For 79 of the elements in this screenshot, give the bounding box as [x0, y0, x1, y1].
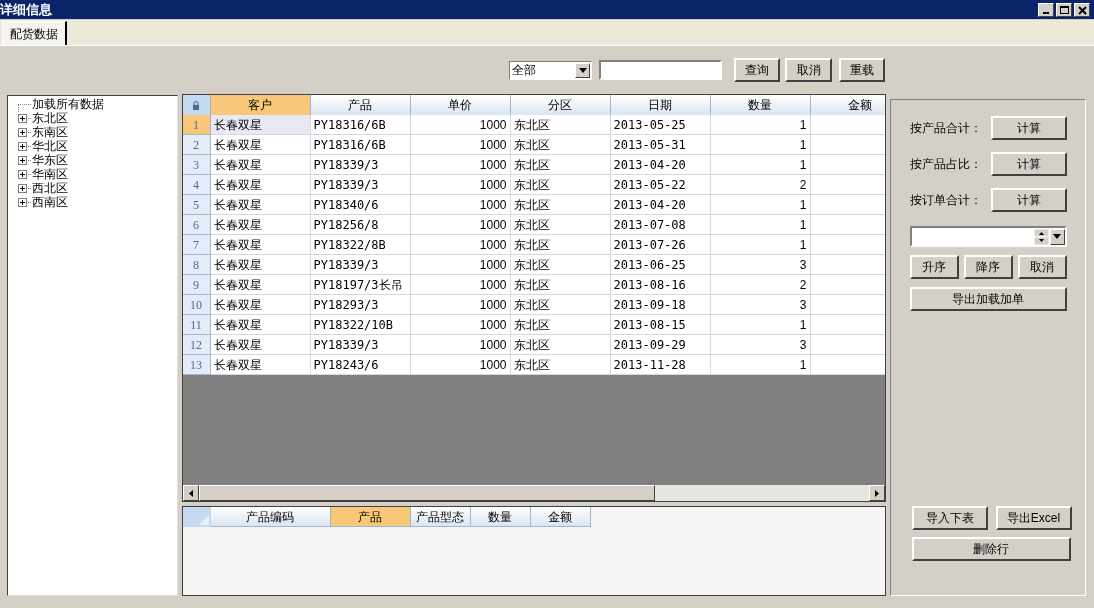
column-header[interactable]: 数量: [710, 95, 811, 115]
dropdown[interactable]: 全部: [509, 60, 592, 80]
column-header[interactable]: 分区: [510, 95, 611, 115]
column-header[interactable]: 产品型态: [410, 507, 471, 527]
close-button[interactable]: [1074, 2, 1090, 17]
tree-item[interactable]: 华南区: [32, 168, 68, 180]
row-number[interactable]: 10: [182, 295, 211, 315]
row-number[interactable]: 3: [182, 155, 211, 175]
maximize-button[interactable]: [1056, 2, 1072, 17]
tree-item[interactable]: 华北区: [32, 140, 68, 152]
sort-button[interactable]: 取消: [1017, 255, 1067, 279]
table-cell: 东北区: [510, 355, 611, 375]
row-number[interactable]: 13: [182, 355, 211, 375]
filter-button[interactable]: 重载: [839, 58, 885, 82]
expand-icon[interactable]: [18, 197, 27, 207]
calculation-label: 按产品占比：: [909, 155, 983, 173]
delete-row-button[interactable]: 删除行: [911, 537, 1071, 561]
column-header[interactable]: 金额: [810, 95, 885, 115]
filter-button[interactable]: 查询: [734, 58, 780, 82]
table-cell: 1: [710, 355, 811, 375]
minimize-icon: [1043, 11, 1049, 14]
calculate-button[interactable]: 计算: [990, 151, 1067, 176]
table-cell: 长春双星: [210, 355, 311, 375]
tab[interactable]: 配货数据: [2, 21, 67, 45]
tree-item[interactable]: 西南区: [32, 196, 68, 208]
row-number[interactable]: 5: [182, 195, 211, 215]
column-header[interactable]: 单价: [410, 95, 511, 115]
action-button[interactable]: 导出Excel: [995, 506, 1072, 530]
calculate-button[interactable]: 计算: [990, 187, 1067, 212]
tree-item[interactable]: 华东区: [32, 154, 68, 166]
tree-item[interactable]: 东北区: [32, 112, 68, 124]
expand-icon[interactable]: [18, 155, 27, 165]
row-number[interactable]: 2: [182, 135, 211, 155]
tree-line-icon: [18, 104, 31, 112]
tree-item[interactable]: 东南区: [32, 126, 68, 138]
export-button[interactable]: 导出加载加单: [909, 287, 1067, 311]
row-number[interactable]: 12: [182, 335, 211, 355]
column-header[interactable]: 产品: [310, 95, 411, 115]
sort-button[interactable]: 降序: [963, 255, 1013, 279]
expand-icon[interactable]: [18, 183, 27, 193]
column-header[interactable]: 产品: [330, 507, 411, 527]
tree-item[interactable]: 西北区: [32, 182, 68, 194]
row-number[interactable]: 4: [182, 175, 211, 195]
lock-icon: [182, 95, 211, 115]
table-cell: 长春双星: [210, 115, 311, 135]
expand-icon[interactable]: [18, 169, 27, 179]
horizontal-scrollbar[interactable]: [182, 485, 885, 501]
column-header[interactable]: 产品编码: [210, 507, 331, 527]
close-icon: [1075, 3, 1089, 16]
column-header[interactable]: 金额: [530, 507, 591, 527]
row-number[interactable]: 6: [182, 215, 211, 235]
tree-item[interactable]: 加载所有数据: [32, 98, 104, 110]
row-number[interactable]: 7: [182, 235, 211, 255]
expand-icon[interactable]: [18, 141, 27, 151]
row-number[interactable]: 1: [182, 115, 211, 135]
expand-icon[interactable]: [18, 127, 27, 137]
sort-field[interactable]: [909, 226, 1067, 247]
row-number[interactable]: 11: [182, 315, 211, 335]
spinner-icon: [1033, 228, 1049, 245]
row-number[interactable]: 9: [182, 275, 211, 295]
column-header[interactable]: 数量: [470, 507, 531, 527]
table-cell: 2013-11-28: [610, 355, 711, 375]
sort-button[interactable]: 升序: [909, 255, 959, 279]
column-header[interactable]: 客户: [210, 95, 311, 115]
window-title: 详细信息: [0, 3, 52, 16]
calculation-label: 按产品合计：: [909, 119, 983, 137]
table-cell: 1000: [410, 355, 511, 375]
scroll-thumb[interactable]: [198, 485, 655, 501]
filter-button[interactable]: 取消: [785, 58, 832, 82]
column-header[interactable]: 日期: [610, 95, 711, 115]
table-cell: PY18243/6: [310, 355, 411, 375]
action-button[interactable]: 导入下表: [911, 506, 988, 530]
row-number[interactable]: 8: [182, 255, 211, 275]
calculate-button[interactable]: 计算: [990, 115, 1067, 140]
search-field[interactable]: [599, 60, 722, 80]
expand-icon[interactable]: [18, 113, 27, 123]
calculation-label: 按订单合计：: [909, 191, 983, 209]
scroll-left-icon[interactable]: [182, 485, 199, 501]
minimize-button[interactable]: [1038, 2, 1054, 17]
